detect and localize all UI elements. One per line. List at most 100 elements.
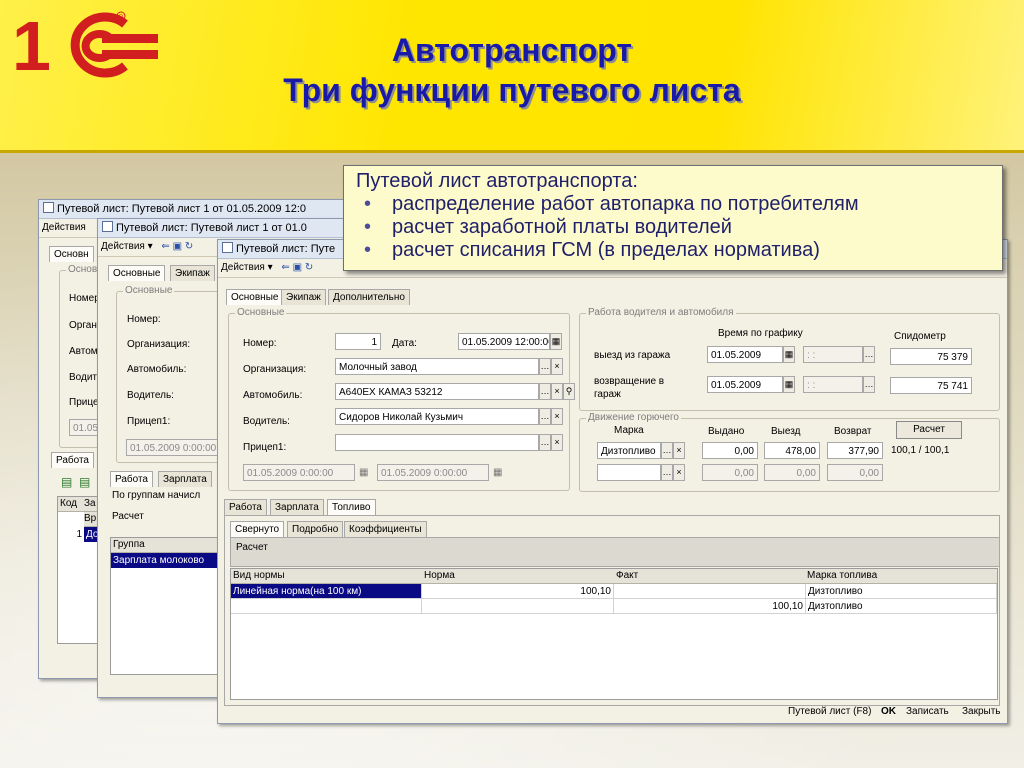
- subtab-coefficients[interactable]: Коэффициенты: [344, 521, 427, 537]
- save-button[interactable]: Записать: [906, 706, 949, 717]
- trailer-select-button[interactable]: …: [539, 434, 551, 451]
- refresh-icon[interactable]: ↻: [185, 241, 193, 252]
- mid-tab-crew[interactable]: Экипаж: [170, 265, 215, 281]
- row1-norm[interactable]: 100,10: [422, 584, 614, 599]
- return-odometer-field[interactable]: 75 741: [890, 377, 972, 394]
- tab-additional[interactable]: Дополнительно: [328, 289, 410, 305]
- callout-list: • распределение работ автопарка по потреб…: [356, 193, 990, 262]
- subtab-detailed[interactable]: Подробно: [287, 521, 344, 537]
- fuel-return-field-1[interactable]: 377,90: [827, 442, 883, 459]
- fuel-issued-field-2[interactable]: 0,00: [702, 464, 758, 481]
- subtab-collapsed[interactable]: Свернуто: [230, 521, 285, 537]
- back-row-do: До: [84, 527, 98, 542]
- depart-time-field[interactable]: : :: [803, 346, 863, 363]
- mid-date-field[interactable]: 01.05.2009 0:00:00: [126, 439, 222, 456]
- calendar-icon[interactable]: ▦: [550, 333, 562, 350]
- mid-label-trailer: Прицеп1:: [127, 416, 171, 427]
- date-label: Дата:: [392, 338, 417, 349]
- mid-tab-salary[interactable]: Зарплата: [158, 471, 212, 487]
- tab-main[interactable]: Основные: [226, 289, 284, 305]
- car-select-button[interactable]: …: [539, 383, 551, 400]
- tab-salary[interactable]: Зарплата: [270, 499, 324, 515]
- back-tab-work[interactable]: Работа: [51, 452, 94, 468]
- driver-select-button[interactable]: …: [539, 408, 551, 425]
- trailer-field[interactable]: [335, 434, 539, 451]
- back-arrow-icon[interactable]: ⇐: [281, 262, 289, 273]
- org-clear-button[interactable]: ×: [551, 358, 563, 375]
- calc-button[interactable]: Расчет: [896, 421, 962, 439]
- depart-odometer-field[interactable]: 75 379: [890, 348, 972, 365]
- middle-menu-actions[interactable]: Действия: [101, 241, 145, 252]
- date-field[interactable]: 01.05.2009 12:00:00: [458, 333, 550, 350]
- back-grid[interactable]: Код За Вр 1 До: [57, 496, 99, 644]
- trailer-date-from[interactable]: 01.05.2009 0:00:00: [243, 464, 355, 481]
- calendar-icon[interactable]: ▦: [493, 467, 502, 478]
- driver-field[interactable]: Сидоров Николай Кузьмич: [335, 408, 539, 425]
- group-work-title: Работа водителя и автомобиля: [586, 307, 736, 318]
- fuel-brand-field-1[interactable]: Дизтопливо: [597, 442, 661, 459]
- fuel-return-field-2[interactable]: 0,00: [827, 464, 883, 481]
- calendar-icon[interactable]: ▦: [359, 467, 368, 478]
- calendar-icon[interactable]: ▦: [783, 376, 795, 393]
- depart-time-select[interactable]: …: [863, 346, 875, 363]
- close-button[interactable]: Закрыть: [962, 706, 1001, 717]
- car-search-icon[interactable]: ⚲: [563, 383, 575, 400]
- trailer-date-to[interactable]: 01.05.2009 0:00:00: [377, 464, 489, 481]
- mid-tab-main[interactable]: Основные: [108, 265, 166, 281]
- back-tab-main[interactable]: Основн: [49, 246, 94, 262]
- tab-work[interactable]: Работа: [224, 499, 267, 515]
- ok-button[interactable]: OK: [881, 706, 896, 717]
- list-icon[interactable]: ▣: [293, 262, 302, 273]
- tab-crew[interactable]: Экипаж: [281, 289, 326, 305]
- row1-norm-type[interactable]: Линейная норма(на 100 км): [231, 584, 422, 599]
- mid-tab-work[interactable]: Работа: [110, 471, 153, 487]
- fuel-depart-header: Выезд: [771, 426, 801, 437]
- refresh-icon[interactable]: ↻: [305, 262, 313, 273]
- return-time-field[interactable]: : :: [803, 376, 863, 393]
- fuel-ratio: 100,1 / 100,1: [891, 445, 950, 456]
- fuel-brand-select-2[interactable]: …: [661, 464, 673, 481]
- row1-fact[interactable]: [614, 584, 806, 599]
- list-icon[interactable]: ▣: [173, 241, 182, 252]
- number-field[interactable]: 1: [335, 333, 381, 350]
- car-field[interactable]: А640ЕХ КАМАЗ 53212: [335, 383, 539, 400]
- callout-bullet-text: расчет заработной платы водителей: [392, 216, 732, 238]
- front-window: Путевой лист: Путе Действия ▾ ⇐ ▣ ↻ Осно…: [217, 239, 1008, 724]
- return-time-select[interactable]: …: [863, 376, 875, 393]
- fuel-brand-field-2[interactable]: [597, 464, 661, 481]
- tab-fuel[interactable]: Топливо: [327, 499, 376, 515]
- row1-fuel-brand[interactable]: Дизтопливо: [806, 584, 997, 599]
- row2-norm[interactable]: [422, 599, 614, 614]
- row2-fuel-brand[interactable]: Дизтопливо: [806, 599, 997, 614]
- back-arrow-icon[interactable]: ⇐: [161, 241, 169, 252]
- fuel-brand-select-1[interactable]: …: [661, 442, 673, 459]
- depart-date-field[interactable]: 01.05.2009: [707, 346, 783, 363]
- callout-bullet-text: расчет списания ГСМ (в пределах норматив…: [392, 239, 820, 261]
- fuel-depart-field-2[interactable]: 0,00: [764, 464, 820, 481]
- row2-fact[interactable]: 100,10: [614, 599, 806, 614]
- mid-group-by[interactable]: По группам начисл: [112, 490, 200, 501]
- depart-label: выезд из гаража: [594, 350, 671, 361]
- add-row-icon[interactable]: ▤: [61, 475, 72, 489]
- back-group-title: Основ: [66, 264, 100, 275]
- norms-grid[interactable]: Вид нормы Норма Факт Марка топлива Линей…: [230, 568, 998, 700]
- fuel-issued-header: Выдано: [708, 426, 745, 437]
- back-col-vr: Вр: [84, 512, 98, 527]
- fuel-brand-clear-2[interactable]: ×: [673, 464, 685, 481]
- calendar-icon[interactable]: ▦: [783, 346, 795, 363]
- calc-bar-label: Расчет: [236, 542, 268, 553]
- fuel-issued-field-1[interactable]: 0,00: [702, 442, 758, 459]
- trailer-clear-button[interactable]: ×: [551, 434, 563, 451]
- row2-norm-type[interactable]: [231, 599, 422, 614]
- front-menu-actions[interactable]: Действия: [221, 262, 265, 273]
- return-date-field[interactable]: 01.05.2009: [707, 376, 783, 393]
- org-field[interactable]: Молочный завод: [335, 358, 539, 375]
- org-select-button[interactable]: …: [539, 358, 551, 375]
- window-icon: [43, 202, 54, 213]
- car-clear-button[interactable]: ×: [551, 383, 563, 400]
- fuel-brand-clear-1[interactable]: ×: [673, 442, 685, 459]
- driver-clear-button[interactable]: ×: [551, 408, 563, 425]
- fuel-depart-field-1[interactable]: 478,00: [764, 442, 820, 459]
- copy-row-icon[interactable]: ▤: [79, 475, 90, 489]
- print-waybill-button[interactable]: Путевой лист (F8): [788, 706, 871, 717]
